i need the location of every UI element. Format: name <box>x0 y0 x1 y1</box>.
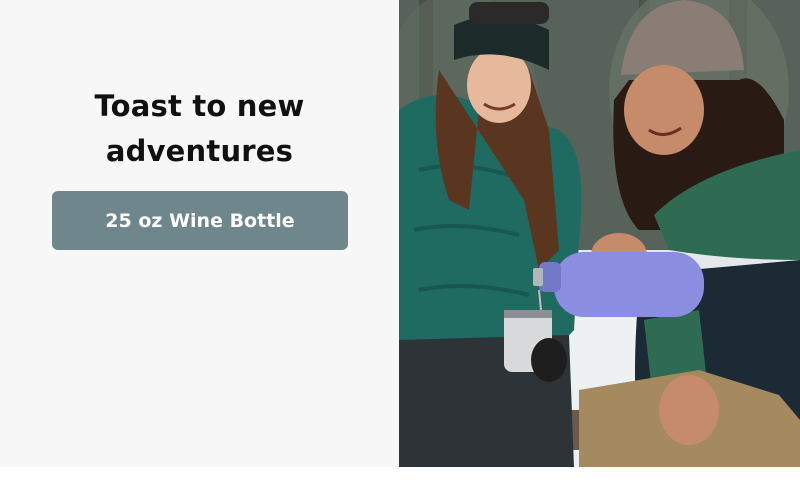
promo-text-panel: Toast to new adventures 25 oz Wine Bottl… <box>0 0 399 467</box>
promo-banner: Toast to new adventures 25 oz Wine Bottl… <box>0 0 800 467</box>
promo-headline: Toast to new adventures <box>94 89 305 168</box>
lifestyle-photo <box>399 0 800 467</box>
wine-bottle-cta-button[interactable]: 25 oz Wine Bottle <box>52 191 348 250</box>
photo-illustration <box>399 0 800 467</box>
bottom-spacer <box>0 467 800 503</box>
